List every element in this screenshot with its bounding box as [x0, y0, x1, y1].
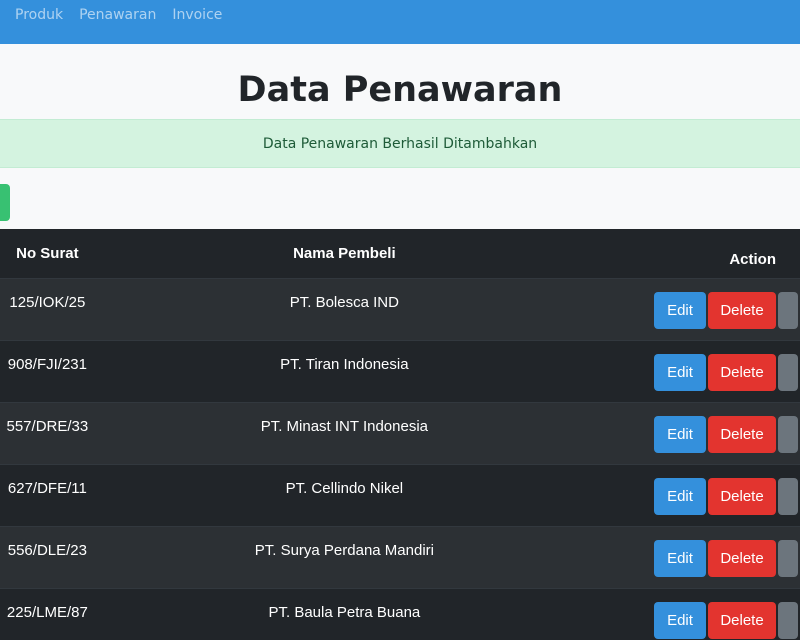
cell-action: Edit Delete — [594, 402, 800, 464]
cell-action: Edit Delete — [594, 588, 800, 640]
delete-button[interactable]: Delete — [708, 601, 776, 639]
more-button[interactable] — [778, 539, 798, 577]
table-body: 125/IOK/25 PT. Bolesca IND Edit Delete 908/F… — [0, 278, 800, 640]
cell-action: Edit Delete — [594, 464, 800, 526]
edit-button[interactable]: Edit — [654, 601, 706, 639]
delete-button[interactable]: Delete — [708, 291, 776, 329]
header-action: Action — [594, 229, 800, 279]
more-button[interactable] — [778, 291, 798, 329]
cell-no-surat: 557/DRE/33 — [6, 417, 89, 435]
more-button[interactable] — [778, 353, 798, 391]
more-button[interactable] — [778, 477, 798, 515]
edit-button[interactable]: Edit — [654, 291, 706, 329]
header-no-surat: No Surat — [0, 229, 95, 279]
cell-nama-pembeli: PT. Minast INT Indonesia — [260, 417, 429, 435]
delete-button[interactable]: Delete — [708, 415, 776, 453]
nav-produk[interactable]: Produk — [15, 7, 63, 23]
edit-button[interactable]: Edit — [654, 477, 706, 515]
edit-button[interactable]: Edit — [654, 539, 706, 577]
cell-nama-pembeli: PT. Cellindo Nikel — [285, 479, 404, 497]
table-row: 556/DLE/23 PT. Surya Perdana Mandiri Edit D… — [0, 526, 800, 588]
top-navbar: Produk Penawaran Invoice — [0, 0, 800, 44]
more-button[interactable] — [778, 415, 798, 453]
cell-action: Edit Delete — [594, 340, 800, 402]
delete-button[interactable]: Delete — [708, 353, 776, 391]
cell-no-surat: 627/DFE/11 — [7, 479, 87, 497]
delete-button[interactable]: Delete — [708, 539, 776, 577]
cell-nama-pembeli: PT. Bolesca IND — [289, 293, 399, 311]
penawaran-table: No Surat Nama Pembeli Action 125/IOK/25 P… — [0, 229, 800, 640]
cell-nama-pembeli: PT. Surya Perdana Mandiri — [254, 541, 434, 559]
table-row: 908/FJI/231 PT. Tiran Indonesia Edit Delete — [0, 340, 800, 402]
cell-nama-pembeli: PT. Baula Petra Buana — [268, 603, 421, 621]
page-title: Data Penawaran — [237, 69, 563, 110]
table-header-row: No Surat Nama Pembeli Action — [0, 229, 800, 279]
success-alert: Data Penawaran Berhasil Ditambahkan — [0, 119, 800, 168]
cell-action: Edit Delete — [594, 278, 800, 340]
cell-no-surat: 556/DLE/23 — [7, 541, 87, 559]
edit-button[interactable]: Edit — [654, 353, 706, 391]
delete-button[interactable]: Delete — [708, 477, 776, 515]
table-row: 557/DRE/33 PT. Minast INT Indonesia Edit De… — [0, 402, 800, 464]
table-row: 627/DFE/11 PT. Cellindo Nikel Edit Delete — [0, 464, 800, 526]
nav-invoice[interactable]: Invoice — [172, 7, 222, 23]
cell-no-surat: 908/FJI/231 — [7, 355, 87, 373]
header-nama-pembeli: Nama Pembeli — [94, 229, 594, 279]
cell-no-surat: 225/LME/87 — [6, 603, 88, 621]
toolbar — [0, 168, 800, 229]
add-penawaran-button[interactable] — [0, 184, 10, 221]
cell-nama-pembeli: PT. Tiran Indonesia — [280, 355, 409, 373]
table-row: 125/IOK/25 PT. Bolesca IND Edit Delete — [0, 278, 800, 340]
edit-button[interactable]: Edit — [654, 415, 706, 453]
more-button[interactable] — [778, 601, 798, 639]
table-row: 225/LME/87 PT. Baula Petra Buana Edit Delet… — [0, 588, 800, 640]
nav-penawaran[interactable]: Penawaran — [79, 7, 156, 23]
cell-action: Edit Delete — [594, 526, 800, 588]
cell-no-surat: 125/IOK/25 — [9, 293, 86, 311]
